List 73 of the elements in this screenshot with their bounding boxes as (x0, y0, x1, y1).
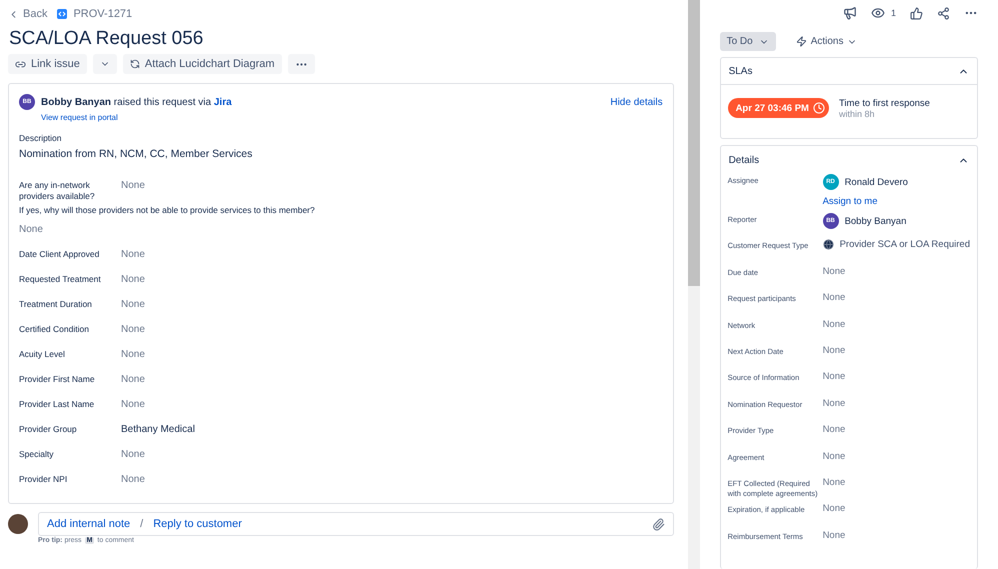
internal-note-link[interactable]: Add internal note (47, 518, 130, 530)
user-name: Ronald Devero (844, 176, 908, 188)
field-value: None (822, 318, 846, 330)
field-label: Provider Group (19, 424, 78, 436)
field-value: None (822, 503, 846, 514)
description-text: Nomination from RN, NCM, CC, Member Services (19, 148, 254, 160)
field-value: None (121, 180, 145, 193)
globe-icon (822, 239, 834, 250)
page-title: SCA/LOA Request 056 (9, 28, 204, 50)
field-value: None (121, 299, 145, 312)
field-value: Provider SCA or LOA Required (840, 239, 970, 250)
field-value: None (121, 274, 145, 287)
paperclip-icon[interactable] (652, 518, 665, 530)
panel-title: Details (728, 154, 760, 166)
separator: / (140, 518, 144, 530)
back-link[interactable]: Back (8, 8, 48, 20)
avatar-placeholder (8, 514, 28, 534)
field-label: Treatment Duration (19, 299, 93, 311)
hide-details-link[interactable]: Hide details (610, 96, 663, 108)
field-value: None (822, 344, 846, 356)
field-value: None (121, 449, 145, 462)
assign-link[interactable]: Assign to me (822, 196, 970, 207)
watcher-count: 1 (890, 8, 896, 18)
field-value: None (121, 349, 145, 362)
field-value: None (822, 398, 846, 409)
issue-key-link[interactable]: PROV-1271 (73, 8, 132, 20)
clock-icon (812, 102, 825, 114)
comment-box[interactable]: Add internal note / Reply to customer (38, 512, 674, 536)
field-label: If yes, why will those providers not be able to provide services to this member? (19, 205, 316, 216)
field-value: Bethany Medical (121, 424, 195, 437)
thumbs-up-icon[interactable] (910, 6, 923, 20)
request-summary: Bobby Banyan raised this request via Jira (41, 96, 232, 108)
field-value: None (19, 224, 44, 235)
field-value: None (822, 371, 846, 382)
user-name: Bobby Banyan (844, 216, 906, 226)
field-value: None (121, 374, 145, 387)
link-issue-button[interactable]: Link issue (8, 54, 87, 74)
bolt-icon (796, 36, 807, 47)
field-label: Requested Treatment (19, 274, 102, 286)
field-label: Provider Last Name (19, 399, 96, 411)
sla-goal: within 8h (838, 109, 876, 119)
field-label: Are any in-network providers available? (19, 180, 96, 203)
field-value: None (822, 292, 846, 304)
field-label: Description (19, 133, 63, 144)
field-value: None (822, 424, 846, 436)
eye-icon[interactable] (870, 6, 885, 20)
share-icon[interactable] (937, 6, 950, 20)
field-value: None (822, 450, 846, 462)
status-button[interactable]: To Do (720, 32, 776, 51)
megaphone-icon[interactable] (842, 6, 857, 20)
field-value: None (121, 399, 145, 412)
field-label: Certified Condition (19, 324, 90, 336)
field-value: None (822, 266, 846, 277)
sla-time-lozenge: Apr 27 03:46 PM (728, 98, 829, 118)
panel-title: SLAs (728, 66, 752, 76)
field-value: None (121, 474, 145, 487)
field-label: Acuity Level (19, 349, 66, 361)
field-label: Provider NPI (19, 474, 68, 486)
issue-type-icon (57, 9, 68, 19)
field-value: None (822, 530, 846, 541)
attach-diagram-button[interactable]: Attach Lucidchart Diagram (122, 54, 282, 74)
portal-link[interactable]: View request in portal (41, 113, 663, 122)
field-label: Provider First Name (19, 374, 96, 386)
sla-name: Time to first response (838, 98, 930, 109)
scrollbar[interactable] (688, 0, 700, 569)
field-value: None (822, 476, 846, 488)
actions-button[interactable]: Actions (788, 32, 866, 51)
field-label: Specialty (19, 449, 54, 461)
loop-icon (130, 59, 140, 69)
reply-link[interactable]: Reply to customer (153, 518, 242, 530)
field-value: None (121, 324, 145, 337)
field-label: Date Client Approved (19, 249, 100, 261)
field-value: None (121, 249, 145, 262)
